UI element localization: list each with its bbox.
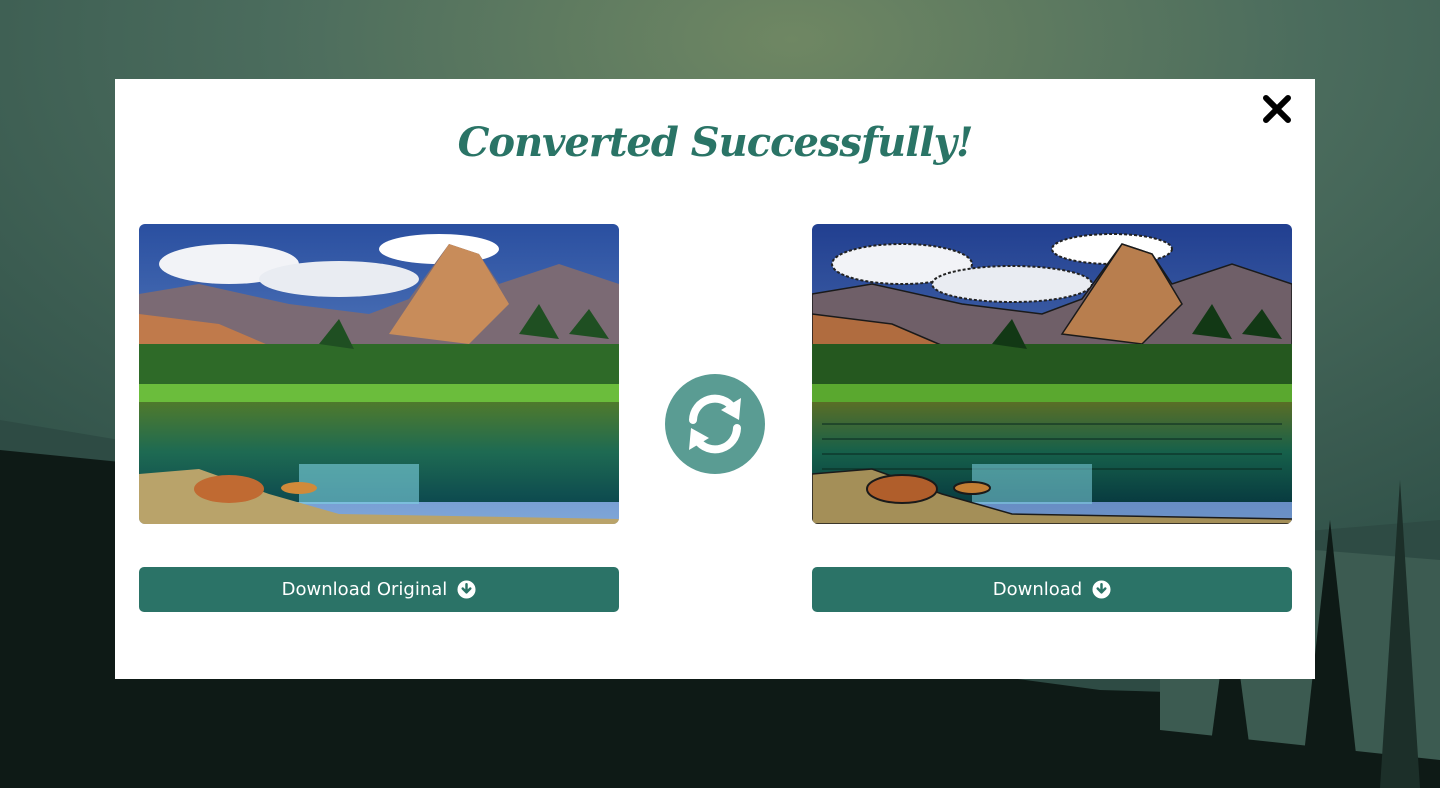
original-image: [139, 224, 619, 524]
download-circle-icon: [457, 580, 476, 599]
refresh-icon: [665, 374, 765, 474]
download-original-button[interactable]: Download Original: [139, 567, 619, 612]
download-converted-label: Download: [992, 579, 1083, 600]
download-converted-button[interactable]: Download: [812, 567, 1292, 612]
download-original-label: Download Original: [281, 579, 448, 600]
modal-title: Converted Successfully!: [457, 119, 974, 166]
converted-image: [812, 224, 1292, 524]
download-circle-icon: [1092, 580, 1111, 599]
original-panel: Download Original: [139, 224, 619, 612]
conversion-result-modal: Converted Successfully! Download Origina…: [115, 79, 1315, 679]
converted-panel: Download: [812, 224, 1292, 612]
